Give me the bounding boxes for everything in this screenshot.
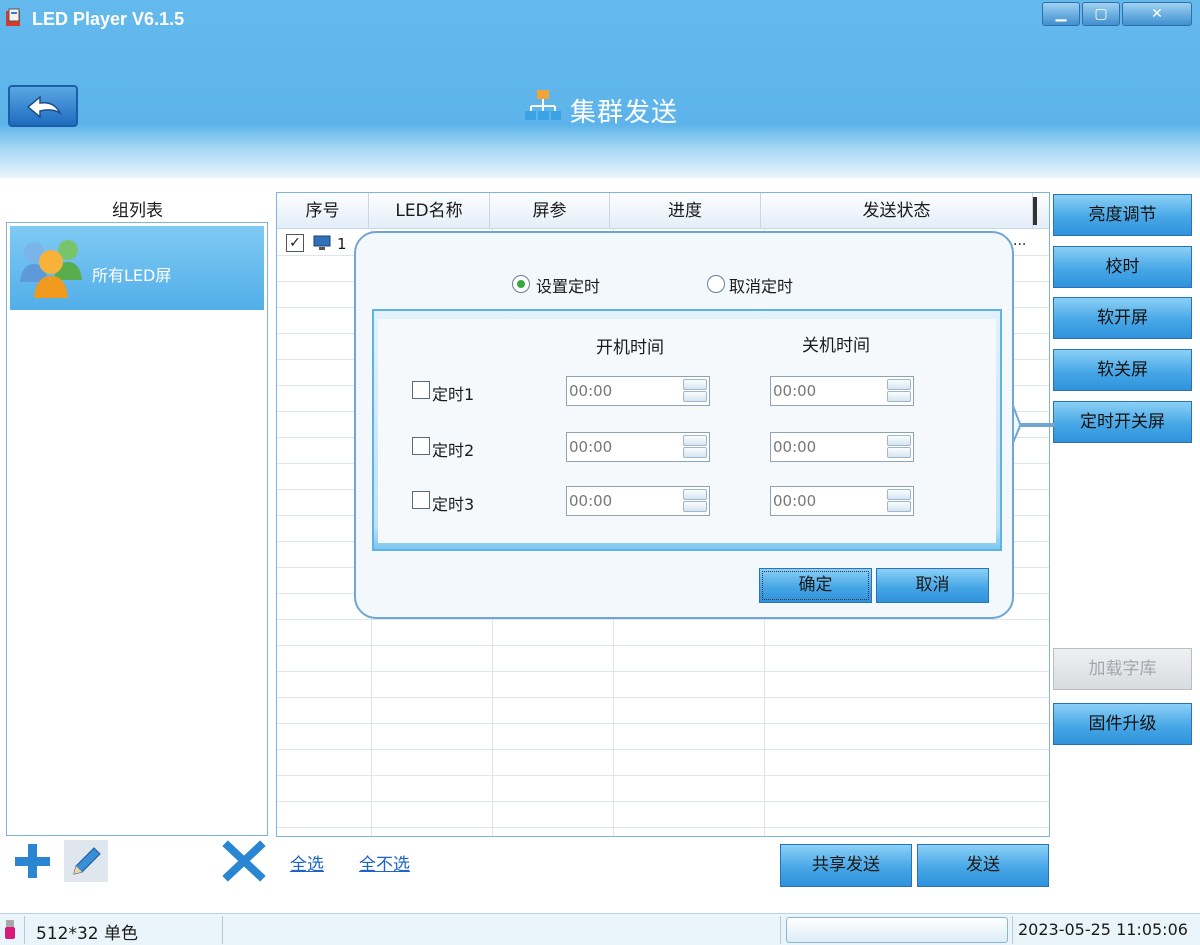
send-button[interactable]: 发送 xyxy=(917,844,1049,887)
timer3-off-down-button[interactable] xyxy=(887,501,911,512)
row-checkbox[interactable]: ✓ xyxy=(286,234,304,252)
timer2-on-time-value: 00:00 xyxy=(569,438,613,456)
timer3-on-up-button[interactable] xyxy=(683,489,707,500)
row-index: 1 xyxy=(337,235,347,253)
load-font-button[interactable]: 加载字库 xyxy=(1053,648,1192,690)
timer1-on-down-button[interactable] xyxy=(683,391,707,402)
cancel-timer-radio[interactable] xyxy=(707,275,725,293)
table-scrollbar[interactable] xyxy=(1033,197,1037,225)
users-group-icon xyxy=(20,240,82,298)
back-arrow-icon xyxy=(26,95,62,119)
timer2-off-time-input[interactable]: 00:00 xyxy=(770,432,914,462)
timer2-off-time-value: 00:00 xyxy=(773,438,817,456)
firmware-upgrade-button[interactable]: 固件升级 xyxy=(1053,703,1192,745)
timer3-label: 定时3 xyxy=(432,495,475,514)
soft-on-button[interactable]: 软开屏 xyxy=(1053,297,1192,339)
page-title: 集群发送 xyxy=(570,98,679,128)
app-logo-icon xyxy=(6,8,20,26)
timer3-off-time-input[interactable]: 00:00 xyxy=(770,486,914,516)
timer3-on-time-value: 00:00 xyxy=(569,492,613,510)
column-header-index[interactable]: 序号 xyxy=(277,193,369,229)
window-controls: ▁ ▢ ✕ xyxy=(1042,2,1194,28)
cross-icon xyxy=(222,840,266,882)
table-header: 序号 LED名称 屏参 进度 发送状态 xyxy=(277,193,1049,229)
timer1-off-up-button[interactable] xyxy=(887,379,911,390)
group-item-label: 所有LED屏 xyxy=(92,266,172,285)
status-separator xyxy=(1012,916,1013,944)
timer3-off-up-button[interactable] xyxy=(887,489,911,500)
add-group-button[interactable] xyxy=(10,840,54,882)
delete-group-button[interactable] xyxy=(222,840,266,882)
column-header-params[interactable]: 屏参 xyxy=(490,193,610,229)
status-datetime: 2023-05-25 11:05:06 xyxy=(1018,920,1188,939)
usb-icon xyxy=(5,920,15,939)
status-separator xyxy=(222,916,223,944)
app-title: LED Player V6.1.5 xyxy=(32,9,185,29)
timer3-checkbox[interactable] xyxy=(412,491,430,509)
timer1-checkbox[interactable] xyxy=(412,381,430,399)
row-status-truncated: ... xyxy=(1013,233,1027,249)
maximize-button[interactable]: ▢ xyxy=(1082,2,1120,26)
select-none-link[interactable]: 全不选 xyxy=(359,850,410,875)
status-separator xyxy=(780,916,781,944)
brightness-button[interactable]: 亮度调节 xyxy=(1053,194,1192,236)
timer-panel: 开机时间 关机时间 定时1 00:00 00:00 定时2 00:00 00:0… xyxy=(372,309,1002,551)
timer3-on-down-button[interactable] xyxy=(683,501,707,512)
timer-popup: 设置定时 取消定时 开机时间 关机时间 定时1 00:00 00:00 定时2 … xyxy=(354,231,1014,619)
back-button[interactable] xyxy=(8,85,78,127)
pencil-icon xyxy=(73,847,101,875)
timer2-off-down-button[interactable] xyxy=(887,447,911,458)
group-list: 所有LED屏 xyxy=(6,222,268,836)
ok-button[interactable]: 确定 xyxy=(759,568,872,603)
timer1-off-down-button[interactable] xyxy=(887,391,911,402)
timer2-on-up-button[interactable] xyxy=(683,435,707,446)
set-timer-label: 设置定时 xyxy=(536,277,601,296)
monitor-icon xyxy=(313,235,331,250)
timer2-checkbox[interactable] xyxy=(412,437,430,455)
minimize-button[interactable]: ▁ xyxy=(1042,2,1080,26)
timer1-off-time-value: 00:00 xyxy=(773,382,817,400)
timer2-off-up-button[interactable] xyxy=(887,435,911,446)
edit-group-button[interactable] xyxy=(64,840,108,882)
timer3-off-time-value: 00:00 xyxy=(773,492,817,510)
timer1-label: 定时1 xyxy=(432,385,475,404)
set-timer-radio[interactable] xyxy=(512,275,530,293)
time-sync-button[interactable]: 校时 xyxy=(1053,246,1192,288)
shared-send-button[interactable]: 共享发送 xyxy=(780,844,912,887)
soft-off-button[interactable]: 软关屏 xyxy=(1053,349,1192,391)
select-all-link[interactable]: 全选 xyxy=(290,850,324,875)
status-resolution: 512*32 单色 xyxy=(36,924,138,944)
status-separator xyxy=(24,916,25,944)
timer-power-button[interactable]: 定时开关屏 xyxy=(1053,401,1192,443)
column-header-send-status[interactable]: 发送状态 xyxy=(761,193,1033,229)
group-list-label: 组列表 xyxy=(112,201,163,221)
power-on-time-header: 开机时间 xyxy=(596,338,664,358)
timer2-on-down-button[interactable] xyxy=(683,447,707,458)
timer3-on-time-input[interactable]: 00:00 xyxy=(566,486,710,516)
close-button[interactable]: ✕ xyxy=(1122,2,1192,26)
timer1-off-time-input[interactable]: 00:00 xyxy=(770,376,914,406)
group-item-all-led[interactable]: 所有LED屏 xyxy=(10,226,264,310)
column-header-led-name[interactable]: LED名称 xyxy=(369,193,490,229)
cluster-network-icon xyxy=(525,90,561,120)
power-off-time-header: 关机时间 xyxy=(802,336,870,356)
timer1-on-time-value: 00:00 xyxy=(569,382,613,400)
timer1-on-time-input[interactable]: 00:00 xyxy=(566,376,710,406)
timer-panel-inner: 开机时间 关机时间 定时1 00:00 00:00 定时2 00:00 00:0… xyxy=(378,319,996,543)
header-bar: LED Player V6.1.5 ▁ ▢ ✕ 集群发送 xyxy=(0,0,1200,178)
plus-icon xyxy=(15,844,50,878)
status-bar: 512*32 单色 2023-05-25 11:05:06 xyxy=(0,913,1200,945)
status-progress-bar xyxy=(786,917,1008,943)
column-header-progress[interactable]: 进度 xyxy=(610,193,761,229)
cancel-timer-label: 取消定时 xyxy=(729,277,794,296)
timer1-on-up-button[interactable] xyxy=(683,379,707,390)
cancel-button[interactable]: 取消 xyxy=(876,568,989,603)
timer2-on-time-input[interactable]: 00:00 xyxy=(566,432,710,462)
timer2-label: 定时2 xyxy=(432,441,475,460)
